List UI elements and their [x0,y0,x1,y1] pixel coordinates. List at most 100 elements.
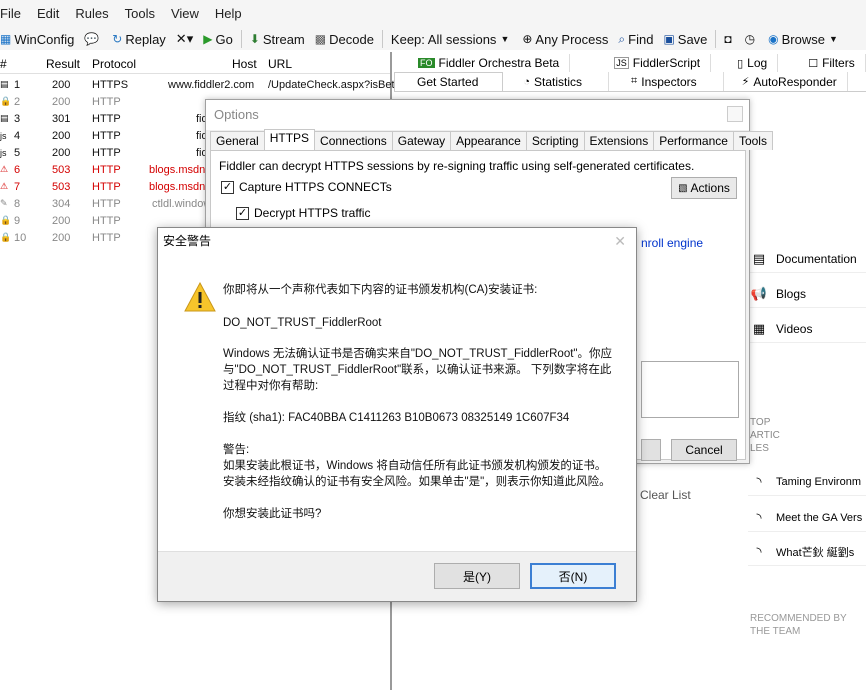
camera-icon: ◘ [724,32,732,46]
column-num[interactable]: # [0,57,7,71]
winconfig-button[interactable]: ▦ WinConfig [0,32,79,47]
save-icon: ▣ [663,32,675,46]
tab-filters[interactable]: ☐ Filters [778,54,866,72]
tab-log[interactable]: ▯ Log [711,54,779,72]
column-protocol[interactable]: Protocol [92,57,136,71]
actions-button[interactable]: ▧ Actions [671,177,737,199]
timer-button[interactable]: ◷ [740,32,763,46]
session-type-icon: ✎ [0,198,8,208]
decode-button[interactable]: ▩ Decode [310,32,379,47]
save-button[interactable]: ▣ Save [658,32,712,47]
documentation-link[interactable]: ▤ Documentation [748,245,866,273]
options-textbox[interactable] [641,361,739,418]
top-articles-line: TOP [750,417,771,428]
process-label: Any Process [535,31,609,47]
clear-list-link[interactable]: Clear List [640,488,691,502]
recommended-label: RECOMMENDED BY THE TEAM [750,612,847,638]
tab-connections[interactable]: Connections [314,131,393,150]
session-protocol: HTTP [92,180,121,193]
menu-file[interactable]: File [0,0,29,28]
no-button[interactable]: 否(N) [530,563,616,589]
clock-icon: ◷ [744,32,756,46]
cancel-button[interactable]: Cancel [671,439,737,461]
replay-button[interactable]: ↻ Replay [107,32,171,47]
menu-bar: File Edit Rules Tools View Help [0,0,866,28]
tab-label: Inspectors [641,74,697,89]
article-link[interactable]: ◝ Taming Environm [748,468,866,496]
menu-view[interactable]: View [163,0,207,28]
session-row[interactable]: ▤ 1 200 HTTPS www.fiddler2.com/UpdateCheck.a… [0,76,395,93]
session-result: 503 [52,163,71,176]
session-type-icon: 🔒 [0,96,12,106]
tab-fiddlerscript[interactable]: JS FiddlerScript [570,54,712,72]
tab-performance[interactable]: Performance [653,131,734,150]
decrypt-https-checkbox[interactable]: ✓ Decrypt HTTPS traffic [236,206,370,220]
session-protocol: HTTP [92,129,121,142]
checkbox-icon: ☐ [808,57,819,70]
find-button[interactable]: ⌕ Find [613,32,658,47]
keep-sessions-dropdown[interactable]: Keep: All sessions ▼ [386,32,517,47]
top-articles-line: LES [750,443,769,454]
capture-https-checkbox[interactable]: ✓ Capture HTTPS CONNECTs [221,180,392,194]
menu-edit[interactable]: Edit [29,0,67,28]
yes-button[interactable]: 是(Y) [434,563,520,589]
toolbar-separator [381,30,383,48]
recommended-line: RECOMMENDED BY [750,613,847,624]
screenshot-button[interactable]: ◘ [719,32,739,46]
article-link[interactable]: ◝ What芒鈥 綖劉s [748,538,866,566]
session-protocol: HTTP [92,231,121,244]
any-process-button[interactable]: ⊕ Any Process [517,32,613,47]
blogs-link[interactable]: 📢 Blogs [748,280,866,308]
session-type-icon: js [0,130,7,141]
warning-icon: ⚠ [0,164,9,174]
session-num: 5 [14,146,21,159]
tab-label: Fiddler Orchestra Beta [438,56,560,70]
session-result: 304 [52,197,71,210]
tab-tools[interactable]: Tools [732,131,773,150]
menu-help[interactable]: Help [207,0,250,28]
close-icon[interactable]: ✕ [614,233,626,250]
tab-statistics[interactable]: ◔ Statistics [503,72,610,91]
tab-inspectors[interactable]: ⌗ Inspectors [609,72,724,91]
session-type-icon: ▤ [0,79,9,89]
recommended-line: THE TEAM [750,626,801,637]
enroll-engine-link[interactable]: nroll engine [641,236,703,250]
link-label: Meet the GA Vers [776,511,863,524]
tab-autoresponder[interactable]: ⚡ AutoResponder [724,72,848,91]
stream-label: Stream [262,31,305,47]
column-host[interactable]: Host [232,57,257,71]
column-result[interactable]: Result [46,57,80,71]
session-host: ctldl.window [152,197,212,210]
session-protocol: HTTPS [92,78,129,91]
go-button[interactable]: ▶ Go [198,32,238,47]
remove-button[interactable]: ✕▾ [171,31,198,47]
tab-https[interactable]: HTTPS [263,129,316,150]
tab-gateway[interactable]: Gateway [391,131,452,150]
go-icon: ▶ [203,32,213,46]
link-label: What芒鈥 綖劉s [776,546,855,559]
tab-fiddler-orchestra[interactable]: FO Fiddler Orchestra Beta [394,54,571,72]
session-num: 2 [14,95,21,108]
browse-button[interactable]: ◉ Browse ▼ [763,32,846,47]
article-link[interactable]: ◝ Meet the GA Vers [748,504,866,532]
stream-button[interactable]: ⬇ Stream [245,32,310,47]
tab-appearance[interactable]: Appearance [450,131,527,150]
thumbprint-text: 指纹 (sha1): FAC40BBA C1411263 B10B0673 08… [223,412,570,424]
close-icon[interactable] [727,106,743,122]
menu-tools[interactable]: Tools [117,0,163,28]
tab-scripting[interactable]: Scripting [525,131,585,150]
session-protocol: HTTP [92,214,121,227]
session-num: 8 [14,197,21,210]
session-protocol: HTTP [92,197,121,210]
session-num: 3 [14,112,21,125]
tab-get-started[interactable]: Get Started [394,72,504,91]
ok-button-partial[interactable] [641,439,661,461]
menu-rules[interactable]: Rules [67,0,116,28]
videos-link[interactable]: ▦ Videos [748,315,866,343]
top-articles-line: ARTIC [750,430,780,441]
replay-icon: ↻ [112,32,123,46]
tab-extensions[interactable]: Extensions [583,131,655,150]
column-url[interactable]: URL [268,57,292,71]
comment-button[interactable]: 💬 [79,32,107,46]
tab-general[interactable]: General [210,131,265,150]
